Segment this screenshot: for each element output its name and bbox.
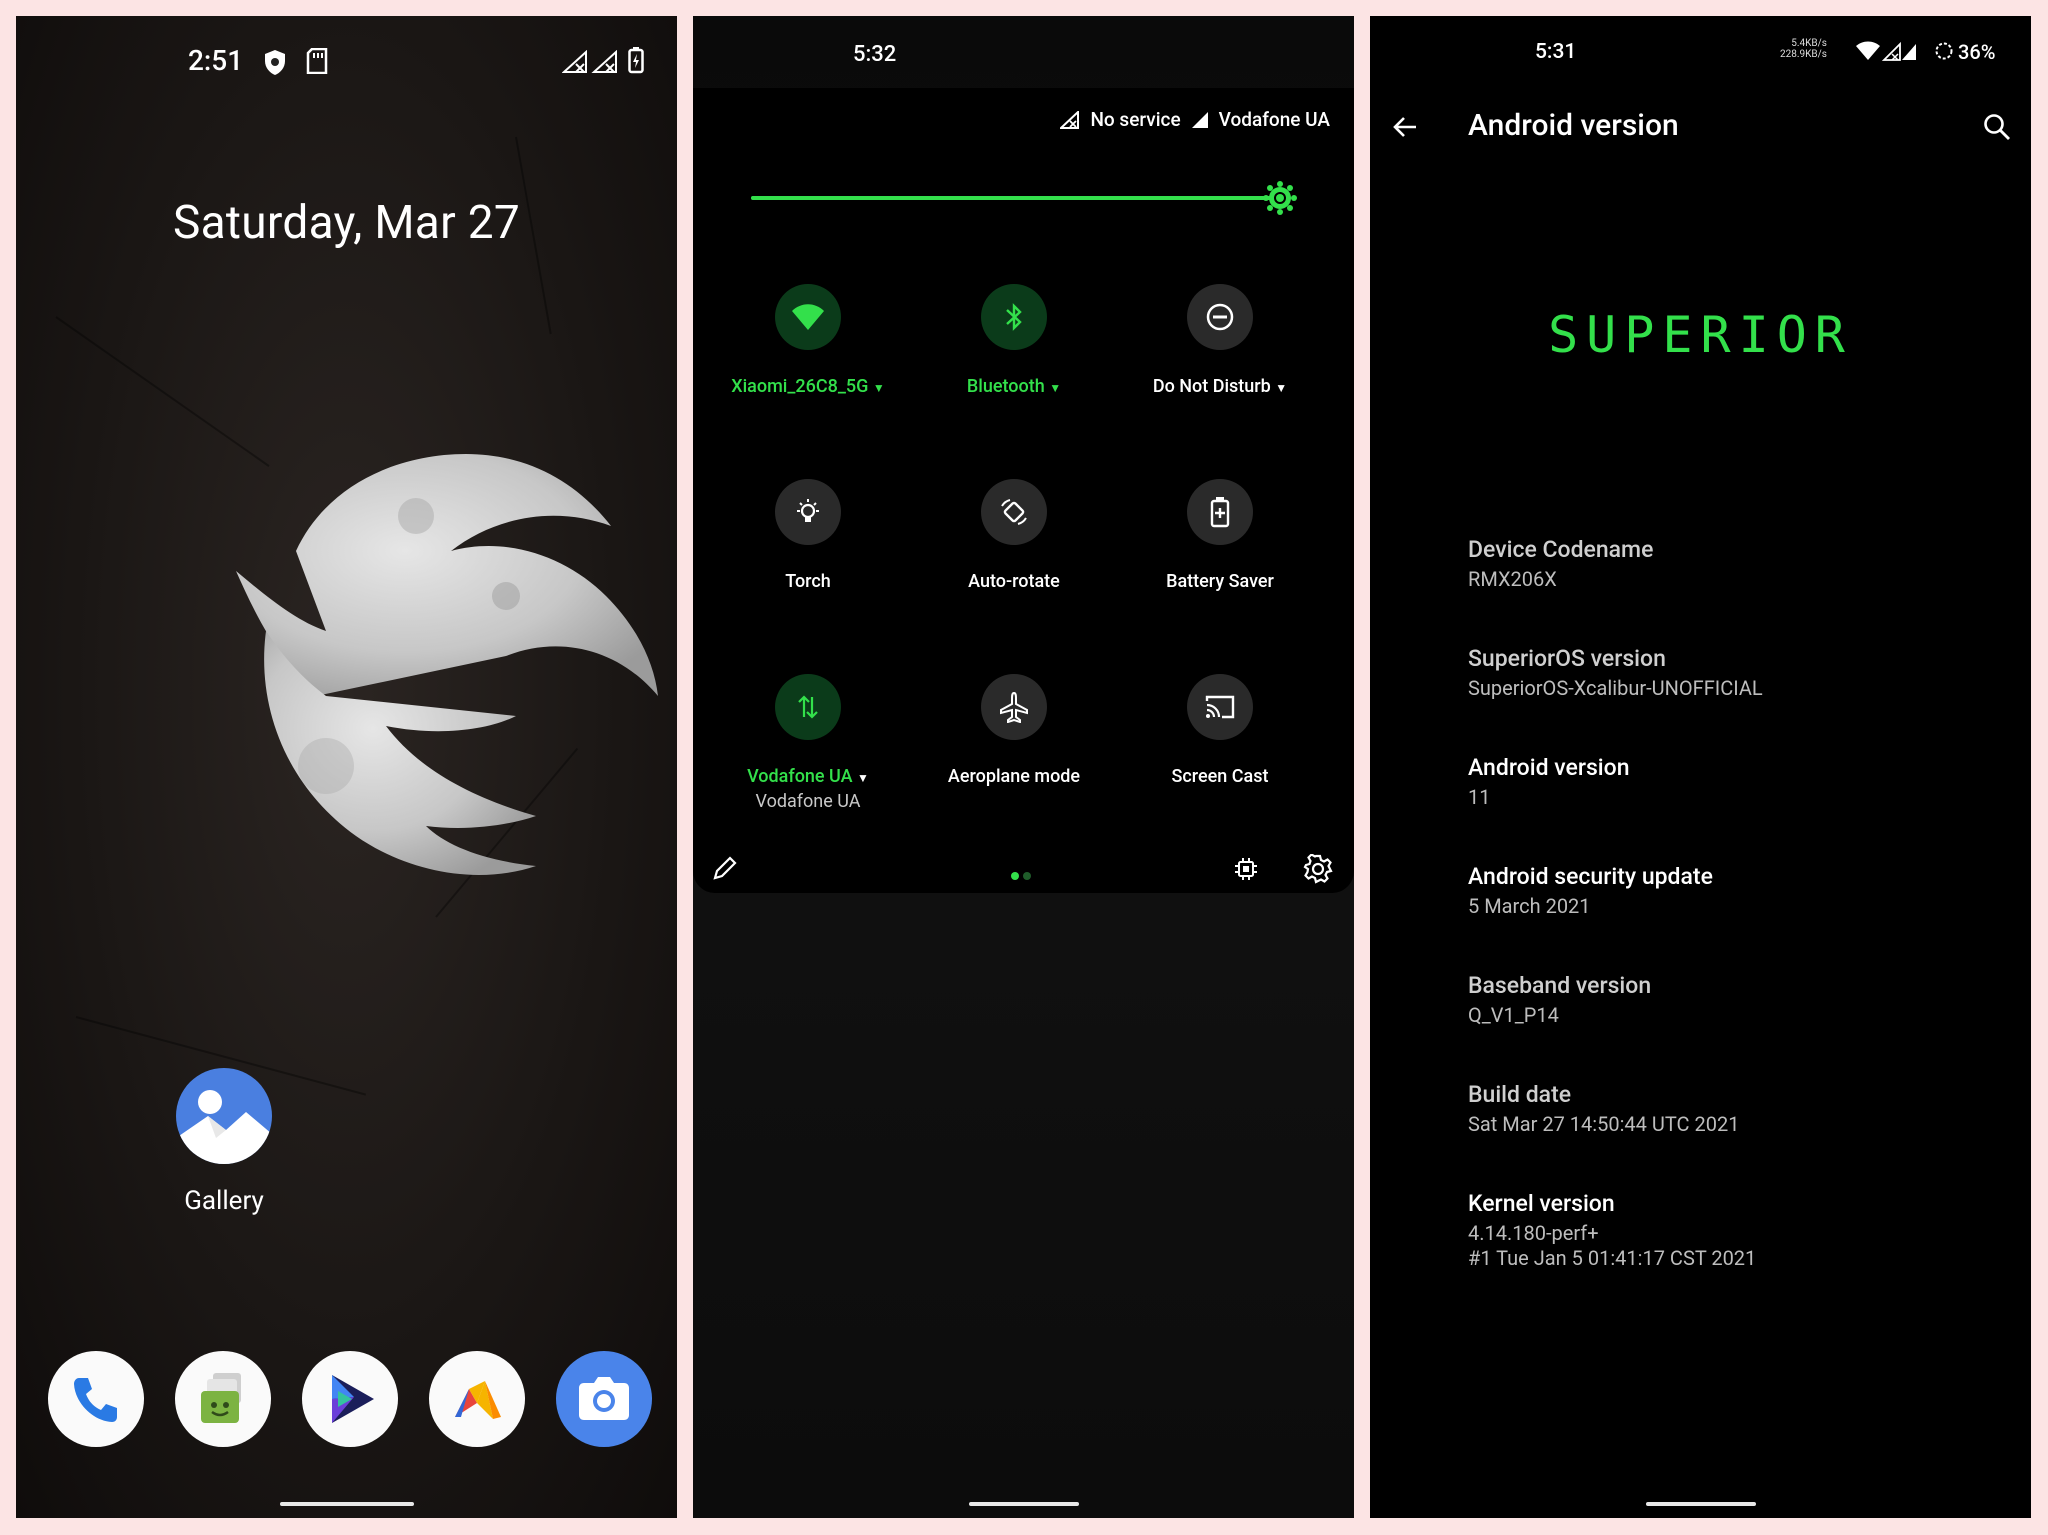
- phone-app-icon[interactable]: [48, 1351, 144, 1447]
- airplane-icon: [981, 674, 1047, 740]
- chip-processor-icon[interactable]: [1233, 856, 1259, 886]
- battery-ring-icon: [1934, 41, 1954, 65]
- superior-logo: SUPERIOR: [1548, 306, 1853, 364]
- signal-no-service-icon: [1060, 110, 1080, 129]
- item-label: Build date: [1468, 1081, 1572, 1108]
- tile-bluetooth-label: Bluetooth ▼: [966, 376, 1062, 397]
- status-time: 5:31: [1535, 40, 1577, 64]
- tile-mobile-data[interactable]: Vodafone UA ▼ Vodafone UA: [705, 674, 911, 812]
- kernel-version-item[interactable]: Kernel version 4.14.180-perf+ #1 Tue Jan…: [1468, 1190, 1756, 1271]
- edit-pencil-icon[interactable]: [711, 854, 739, 886]
- torch-bulb-icon: [775, 479, 841, 545]
- camera-app-icon[interactable]: [556, 1351, 652, 1447]
- item-value-line2: #1 Tue Jan 5 01:41:17 CST 2021: [1468, 1246, 1757, 1270]
- carrier-info: No service Vodafone UA: [1060, 108, 1330, 131]
- tile-auto-rotate-label: Auto-rotate: [968, 571, 1060, 592]
- gallery-app-icon[interactable]: [176, 1068, 272, 1164]
- settings-gear-icon[interactable]: [1303, 853, 1333, 888]
- item-label: Baseband version: [1468, 972, 1652, 999]
- android-version-screen: 5:31 5.4KB/s 228.9KB/s 36% Android versi…: [1370, 16, 2031, 1518]
- superioros-version-item[interactable]: SuperiorOS version SuperiorOS-Xcalibur-U…: [1468, 645, 1763, 701]
- battery-charging-icon: [628, 46, 644, 78]
- carrier-name: Vodafone UA: [1218, 108, 1330, 131]
- gesture-nav-bar[interactable]: [279, 1502, 414, 1506]
- item-value: 11: [1468, 785, 1491, 809]
- tile-auto-rotate[interactable]: Auto-rotate: [911, 479, 1117, 592]
- wifi-icon: [775, 284, 841, 350]
- status-time: 2:51: [188, 44, 244, 77]
- tile-torch-label: Torch: [785, 571, 831, 592]
- tile-screen-cast-label: Screen Cast: [1171, 766, 1269, 787]
- gesture-nav-bar[interactable]: [1645, 1502, 1756, 1506]
- quick-settings-panel: No service Vodafone UA Xiaomi_26C8_5G ▼ …: [693, 88, 1354, 893]
- tile-screen-cast[interactable]: Screen Cast: [1117, 674, 1323, 787]
- item-label: SuperiorOS version: [1468, 645, 1666, 672]
- date-widget[interactable]: Saturday, Mar 27: [16, 196, 677, 250]
- tile-battery-saver-label: Battery Saver: [1166, 571, 1274, 592]
- superior-wallpaper-logo-icon: [236, 454, 658, 875]
- battery-saver-icon: [1187, 479, 1253, 545]
- item-value: 4.14.180-perf+: [1468, 1221, 1599, 1245]
- search-icon[interactable]: [1982, 112, 2012, 146]
- item-label: Android security update: [1468, 863, 1713, 890]
- gallery-label: Gallery: [184, 1186, 264, 1216]
- tile-mobile-data-sublabel: Vodafone UA: [755, 791, 861, 812]
- quick-settings-screen: 5:32 No service Vodafone UA Xiaomi_26C8_…: [693, 16, 1354, 1518]
- item-value: Q_V1_P14: [1468, 1003, 1559, 1027]
- auto-rotate-icon: [981, 479, 1047, 545]
- item-value: SuperiorOS-Xcalibur-UNOFFICIAL: [1468, 676, 1763, 700]
- page-title: Android version: [1468, 108, 1679, 143]
- play-media-app-icon[interactable]: [302, 1351, 398, 1447]
- item-value: 5 March 2021: [1468, 894, 1591, 918]
- tile-bluetooth[interactable]: Bluetooth ▼: [911, 284, 1117, 397]
- back-arrow-icon[interactable]: [1390, 112, 1420, 146]
- signal-no-service-icon: [561, 49, 622, 78]
- tile-wifi[interactable]: Xiaomi_26C8_5G ▼: [705, 284, 911, 397]
- security-update-item[interactable]: Android security update 5 March 2021: [1468, 863, 1713, 919]
- brightness-fill: [751, 196, 1281, 200]
- page-indicator: [1010, 866, 1034, 885]
- net-download-speed: 228.9KB/s: [1780, 49, 1827, 60]
- device-codename-item[interactable]: Device Codename RMX206X: [1468, 536, 1653, 592]
- item-value: RMX206X: [1468, 567, 1557, 591]
- network-speed: 5.4KB/s 228.9KB/s: [1780, 38, 1827, 60]
- do-not-disturb-icon: [1187, 284, 1253, 350]
- tile-wifi-label: Xiaomi_26C8_5G ▼: [731, 376, 885, 397]
- tile-dnd-label: Do Not Disturb ▼: [1152, 376, 1288, 397]
- maps-navigation-app-icon[interactable]: [429, 1351, 525, 1447]
- tile-aeroplane-mode[interactable]: Aeroplane mode: [911, 674, 1117, 787]
- messages-app-icon[interactable]: [175, 1351, 271, 1447]
- item-label: Android version: [1468, 754, 1630, 781]
- build-date-item[interactable]: Build date Sat Mar 27 14:50:44 UTC 2021: [1468, 1081, 1739, 1137]
- tile-aeroplane-label: Aeroplane mode: [947, 766, 1081, 787]
- gesture-nav-bar[interactable]: [968, 1502, 1079, 1506]
- baseband-version-item[interactable]: Baseband version Q_V1_P14: [1468, 972, 1651, 1028]
- item-label: Kernel version: [1468, 1190, 1615, 1217]
- bluetooth-icon: [981, 284, 1047, 350]
- signal-icon: [1191, 111, 1208, 128]
- status-time: 5:32: [853, 42, 897, 67]
- status-icons: [1856, 40, 1916, 66]
- vpn-shield-icon: [263, 48, 287, 80]
- item-label: Device Codename: [1468, 536, 1654, 563]
- screen-cast-icon: [1187, 674, 1253, 740]
- item-value: Sat Mar 27 14:50:44 UTC 2021: [1468, 1112, 1740, 1136]
- net-upload-speed: 5.4KB/s: [1791, 38, 1827, 49]
- tile-mobile-data-label: Vodafone UA ▼: [747, 766, 869, 787]
- android-version-item[interactable]: Android version 11: [1468, 754, 1630, 810]
- brightness-thumb-icon[interactable]: [1262, 180, 1298, 216]
- battery-percent: 36%: [1958, 40, 1996, 64]
- home-screen: 2:51 Saturday, Mar 27 Gallery: [16, 16, 677, 1518]
- brightness-slider[interactable]: [751, 181, 1298, 215]
- sd-card-icon: [306, 47, 328, 78]
- no-service-label: No service: [1090, 108, 1181, 131]
- mobile-data-arrows-icon: [775, 674, 841, 740]
- tile-do-not-disturb[interactable]: Do Not Disturb ▼: [1117, 284, 1323, 397]
- tile-battery-saver[interactable]: Battery Saver: [1117, 479, 1323, 592]
- tile-torch[interactable]: Torch: [705, 479, 911, 592]
